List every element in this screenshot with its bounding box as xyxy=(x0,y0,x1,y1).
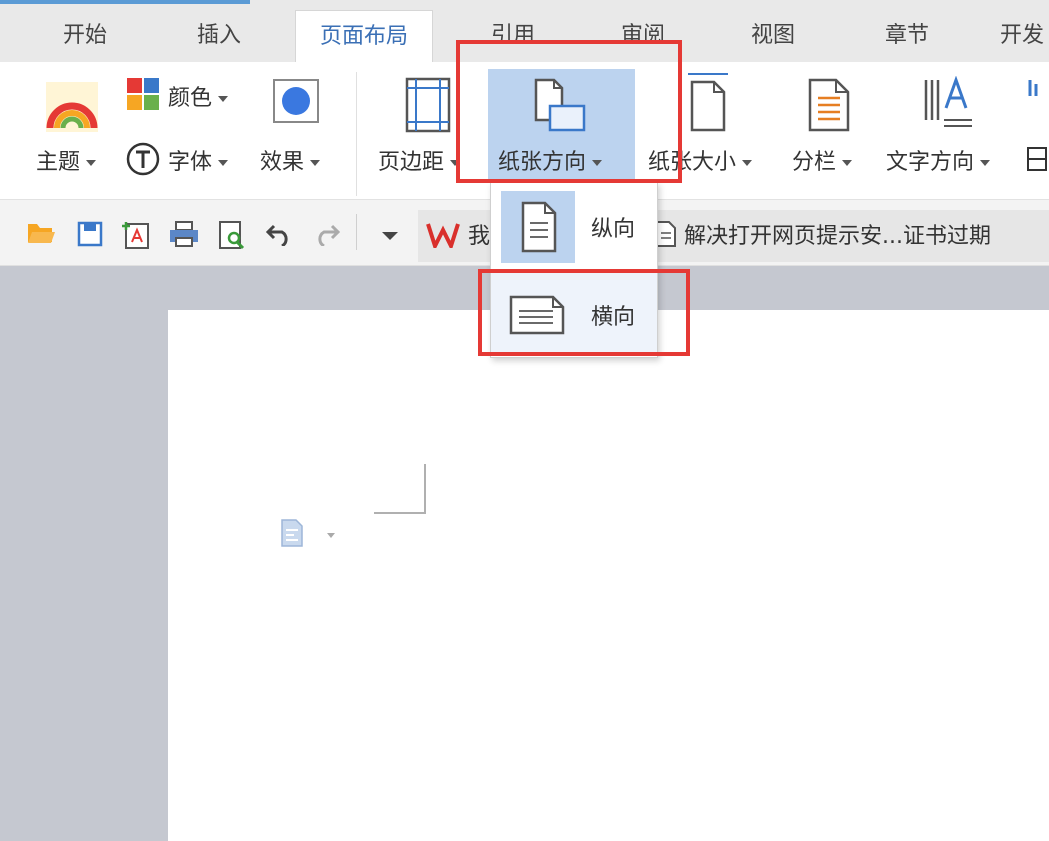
font-label: 字体 xyxy=(168,150,213,175)
orientation-button-red-highlight xyxy=(456,40,682,183)
portrait-icon-highlight xyxy=(501,191,575,263)
columns-caret-icon xyxy=(842,160,853,166)
margin-corner-mark xyxy=(374,464,426,514)
text-direction-caret-icon xyxy=(980,160,991,166)
ribbon-group-separator xyxy=(356,72,357,196)
quick-access-separator xyxy=(356,214,357,250)
paper-size-icon xyxy=(688,73,728,132)
print-icon[interactable] xyxy=(168,220,200,248)
paragraph-layout-caret-icon[interactable] xyxy=(326,532,336,540)
columns-button[interactable]: 分栏 xyxy=(792,144,853,176)
theme-rainbow-icon[interactable] xyxy=(46,82,98,132)
export-pdf-icon[interactable] xyxy=(120,220,152,250)
margins-label: 页边距 xyxy=(378,150,445,175)
tab-insert[interactable]: 插入 xyxy=(174,10,264,62)
columns-icon xyxy=(808,78,850,132)
portrait-page-icon xyxy=(521,201,557,253)
text-direction-icon xyxy=(924,76,972,127)
document-page[interactable] xyxy=(168,310,1049,841)
tab-developer[interactable]: 开发 xyxy=(990,10,1049,62)
effect-caret-icon xyxy=(310,160,321,166)
paper-size-caret-icon xyxy=(742,160,753,166)
color-caret-icon xyxy=(218,96,229,102)
color-palette-icon xyxy=(127,78,159,110)
document-tab-title[interactable]: 解决打开网页提示安...证书过期 xyxy=(684,218,991,250)
columns-label: 分栏 xyxy=(792,150,837,175)
theme-label: 主题 xyxy=(36,150,81,175)
effect-button[interactable]: 效果 xyxy=(260,144,321,176)
wps-tab-label-fragment[interactable]: 我 xyxy=(468,218,490,250)
tab-bar-accent-line xyxy=(0,0,250,4)
margins-button[interactable]: 页边距 xyxy=(378,144,461,176)
theme-button[interactable]: 主题 xyxy=(36,144,97,176)
font-caret-icon xyxy=(218,160,229,166)
tab-chapter[interactable]: 章节 xyxy=(862,10,952,62)
redo-icon[interactable] xyxy=(312,220,340,246)
undo-icon[interactable] xyxy=(266,220,294,246)
landscape-item-red-highlight xyxy=(478,269,690,356)
effect-icon xyxy=(273,79,319,123)
text-direction-button[interactable]: 文字方向 xyxy=(886,144,991,176)
effect-label: 效果 xyxy=(260,150,305,175)
more-ribbon-label-fragment-icon xyxy=(1027,147,1047,171)
tab-page-layout[interactable]: 页面布局 xyxy=(295,10,433,62)
print-preview-icon[interactable] xyxy=(218,220,246,250)
save-icon[interactable] xyxy=(76,220,104,248)
more-ribbon-icon xyxy=(1028,80,1038,96)
color-label: 颜色 xyxy=(168,86,213,111)
tab-home[interactable]: 开始 xyxy=(40,10,130,62)
menu-item-portrait[interactable]: 纵向 xyxy=(491,185,657,267)
font-t-icon xyxy=(126,142,160,176)
portrait-label: 纵向 xyxy=(591,217,636,242)
customize-dropdown-icon[interactable] xyxy=(380,230,400,242)
color-button[interactable]: 颜色 xyxy=(168,80,229,112)
text-direction-label: 文字方向 xyxy=(886,150,975,175)
tab-view[interactable]: 视图 xyxy=(728,10,818,62)
font-button[interactable]: 字体 xyxy=(168,144,229,176)
theme-caret-icon xyxy=(86,160,97,166)
open-folder-icon[interactable] xyxy=(26,220,56,246)
paragraph-layout-icon[interactable] xyxy=(280,518,308,548)
wps-logo-icon[interactable] xyxy=(426,222,460,248)
page-margins-icon xyxy=(405,77,451,133)
